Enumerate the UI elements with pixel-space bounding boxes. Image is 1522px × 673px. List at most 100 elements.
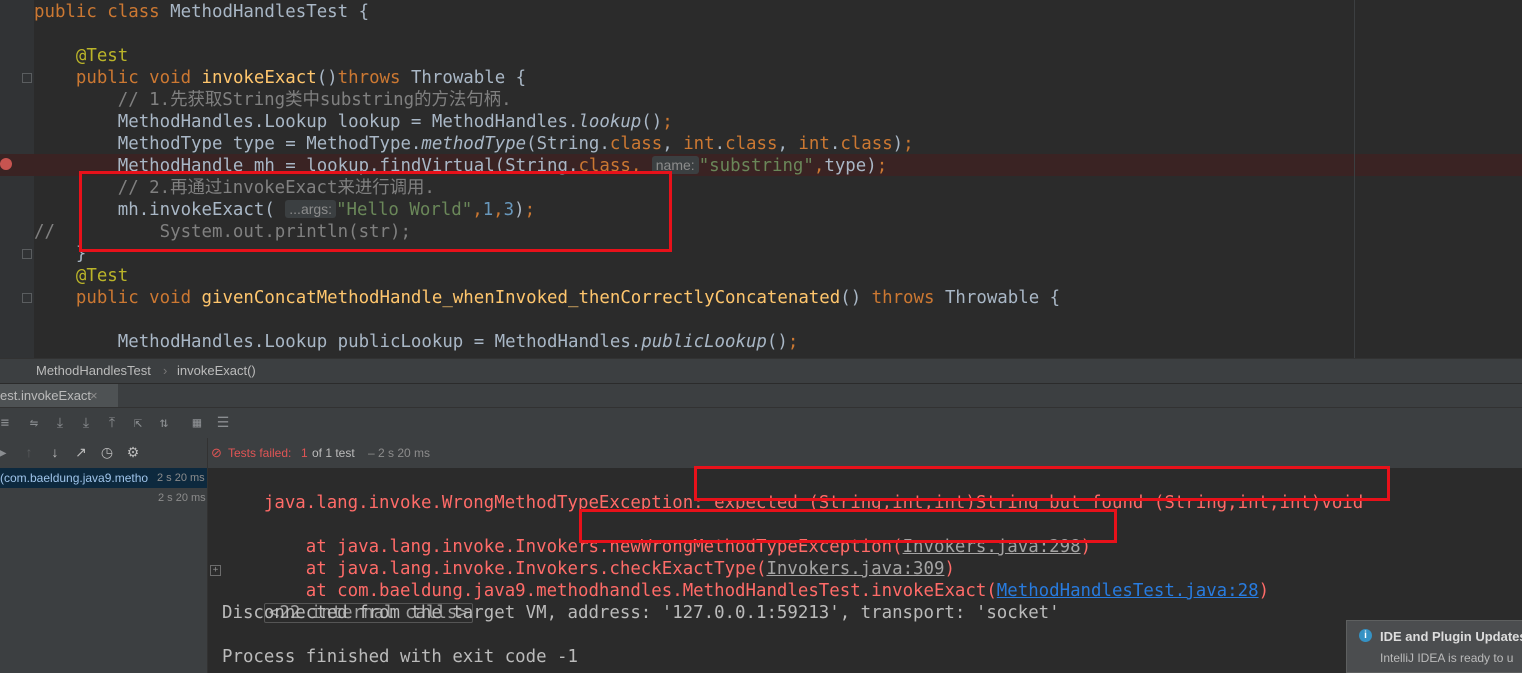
parameter-hint: ...args: bbox=[285, 200, 337, 218]
code-token: () bbox=[840, 288, 872, 308]
fold-icon[interactable] bbox=[22, 73, 32, 83]
menu-icon[interactable]: ≡ bbox=[0, 414, 14, 432]
code-token: // 1.先获取String类中substring的方法句柄. bbox=[34, 90, 512, 110]
code-token: class bbox=[609, 134, 663, 154]
disconnected-line: Disconnected from the target VM, address… bbox=[222, 603, 1060, 623]
code-token: class bbox=[840, 134, 893, 154]
code-line[interactable]: public class MethodHandlesTest { bbox=[34, 1, 369, 23]
notification-title: IDE and Plugin Updates bbox=[1380, 629, 1522, 644]
code-token: } bbox=[34, 244, 87, 264]
breadcrumb-method[interactable]: invokeExact() bbox=[177, 363, 256, 378]
trace-text: at com.baeldung.java9.methodhandles.Meth… bbox=[263, 581, 997, 601]
code-token: , bbox=[662, 134, 684, 154]
code-line[interactable]: @Test bbox=[34, 45, 128, 67]
code-token: int bbox=[683, 134, 715, 154]
code-line[interactable]: } bbox=[34, 243, 86, 265]
close-icon[interactable]: × bbox=[90, 384, 98, 408]
gear-icon[interactable]: ⚙ bbox=[124, 443, 142, 461]
stack-trace-line: at java.lang.invoke.Invokers.newWrongMet… bbox=[222, 514, 1091, 557]
download-icon[interactable]: ⤓ bbox=[51, 414, 69, 432]
sort-icon[interactable]: ⇅ bbox=[155, 414, 173, 432]
test-tree-panel: ▸ ↑ ↓ ↗ ◷ ⚙ (com.baeldung.java9.metho 2 … bbox=[0, 438, 208, 673]
arrow-down-icon[interactable]: ↓ bbox=[46, 443, 64, 461]
code-token: throws bbox=[871, 288, 945, 308]
code-token: Throwable { bbox=[410, 68, 527, 88]
code-token: 3 bbox=[503, 200, 515, 220]
exception-message: expected (String,int,int)String but foun… bbox=[714, 493, 1364, 513]
source-link[interactable]: MethodHandlesTest.java:28 bbox=[997, 581, 1259, 601]
trace-text: ) bbox=[1258, 581, 1270, 601]
code-line[interactable]: MethodType type = MethodType.methodType(… bbox=[34, 133, 914, 155]
code-token: publicLookup bbox=[641, 332, 767, 352]
parameter-hint: name: bbox=[651, 156, 699, 174]
code-token: methodType bbox=[421, 134, 527, 154]
process-finished-line: Process finished with exit code -1 bbox=[222, 647, 578, 667]
export-icon[interactable]: ⇱ bbox=[129, 414, 147, 432]
code-token: ) bbox=[514, 200, 525, 220]
code-line[interactable]: @Test bbox=[34, 265, 128, 287]
code-line[interactable]: MethodHandles.Lookup lookup = MethodHand… bbox=[34, 111, 673, 133]
code-editor[interactable]: public class MethodHandlesTest { @Test p… bbox=[0, 0, 1522, 358]
update-notification[interactable]: i IDE and Plugin Updates IntelliJ IDEA i… bbox=[1346, 620, 1522, 673]
code-token: () bbox=[641, 112, 663, 132]
upload-icon[interactable]: ⤒ bbox=[103, 414, 121, 432]
code-token: @Test bbox=[34, 266, 129, 286]
right-margin-guide bbox=[1354, 0, 1355, 358]
code-token: class bbox=[725, 134, 778, 154]
code-token: // System.out.println(str); bbox=[34, 222, 411, 242]
code-line[interactable]: // 2.再通过invokeExact来进行调用. bbox=[34, 177, 435, 199]
test-tree-row[interactable]: (com.baeldung.java9.metho 2 s 20 ms bbox=[0, 468, 207, 488]
tests-failed-count: 1 bbox=[301, 446, 308, 460]
list-icon[interactable]: ☰ bbox=[214, 414, 232, 432]
code-token: MethodHandles.Lookup lookup = MethodHand… bbox=[34, 112, 579, 132]
breadcrumb-separator-icon: › bbox=[163, 363, 168, 378]
tests-total: of 1 test bbox=[312, 446, 355, 460]
exception-type: java.lang.invoke.WrongMethodTypeExceptio… bbox=[263, 493, 715, 513]
console-output[interactable]: ⊘ Tests failed: 1 of 1 test – 2 s 20 ms … bbox=[208, 438, 1522, 673]
code-token: , bbox=[630, 156, 652, 176]
code-line[interactable]: MethodHandles.Lookup publicLookup = Meth… bbox=[34, 331, 799, 353]
code-token: Throwable { bbox=[944, 288, 1061, 308]
expand-icon[interactable]: ▸ bbox=[0, 443, 12, 461]
code-token: throws bbox=[337, 68, 411, 88]
breadcrumb-class[interactable]: MethodHandlesTest bbox=[36, 363, 151, 378]
fold-icon[interactable] bbox=[22, 249, 32, 259]
history-icon[interactable]: ◷ bbox=[98, 443, 116, 461]
breakpoint-icon[interactable] bbox=[0, 158, 12, 170]
run-tab[interactable]: est.invokeExact × bbox=[0, 384, 118, 408]
editor-gutter[interactable] bbox=[0, 0, 34, 358]
test-name: (com.baeldung.java9.metho bbox=[0, 471, 149, 485]
code-token: . bbox=[829, 134, 841, 154]
code-token: () bbox=[766, 332, 788, 352]
test-duration: 2 s 20 ms bbox=[158, 492, 206, 504]
info-icon: i bbox=[1359, 629, 1372, 642]
test-tree-row[interactable]: 2 s 20 ms bbox=[0, 488, 207, 508]
rerun-failed-icon[interactable]: ⇋ bbox=[25, 414, 43, 432]
code-token: public class bbox=[34, 2, 171, 22]
code-token: ; bbox=[787, 332, 799, 352]
code-token: . bbox=[714, 134, 726, 154]
code-line[interactable]: public void givenConcatMethodHandle_when… bbox=[34, 287, 1060, 309]
code-line[interactable]: public void invokeExact()throws Throwabl… bbox=[34, 67, 526, 89]
code-token: invokeExact bbox=[201, 68, 317, 88]
code-token: () bbox=[316, 68, 338, 88]
download-icon[interactable]: ⤓ bbox=[77, 414, 95, 432]
arrow-up-icon[interactable]: ↑ bbox=[20, 443, 38, 461]
expand-icon[interactable]: + bbox=[210, 565, 221, 576]
run-tabs-bar: est.invokeExact × bbox=[0, 383, 1522, 408]
code-token: type) bbox=[824, 156, 877, 176]
code-token: public void bbox=[34, 68, 202, 88]
code-line[interactable]: // System.out.println(str); bbox=[34, 221, 411, 243]
fold-icon[interactable] bbox=[22, 293, 32, 303]
grid-icon[interactable]: ▦ bbox=[188, 414, 206, 432]
code-token: mh.invokeExact( bbox=[34, 200, 286, 220]
code-token: ; bbox=[662, 112, 673, 132]
jump-to-source-icon[interactable]: ↗ bbox=[72, 443, 90, 461]
code-line[interactable]: MethodHandle mh = lookup.findVirtual(Str… bbox=[34, 155, 887, 177]
stack-trace-line: at com.baeldung.java9.methodhandles.Meth… bbox=[222, 558, 1269, 623]
tests-failed-label: Tests failed: bbox=[228, 446, 292, 460]
code-line[interactable]: // 1.先获取String类中substring的方法句柄. bbox=[34, 89, 512, 111]
code-token: // 2.再通过invokeExact来进行调用. bbox=[34, 178, 435, 198]
code-line[interactable]: mh.invokeExact( ...args: "Hello World",1,… bbox=[34, 199, 535, 221]
code-token: @Test bbox=[34, 46, 129, 66]
